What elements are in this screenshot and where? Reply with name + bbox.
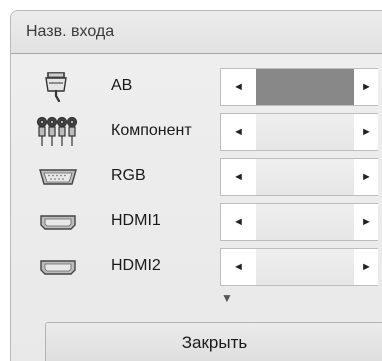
selector-value xyxy=(256,249,354,285)
input-selector-hdmi2[interactable]: ◄ ► xyxy=(220,248,378,286)
arrow-left-icon[interactable]: ◄ xyxy=(221,249,256,285)
arrow-left-icon[interactable]: ◄ xyxy=(221,159,256,195)
hdmi-icon xyxy=(40,260,76,275)
input-row-rgb: RGB ◄ ► xyxy=(11,155,382,200)
vga-icon xyxy=(39,169,77,185)
input-selector-ab[interactable]: ◄ ► xyxy=(220,68,378,106)
input-row-hdmi2: HDMI2 ◄ ► xyxy=(11,245,382,290)
arrow-right-icon[interactable]: ► xyxy=(354,114,379,150)
input-row-hdmi1: HDMI1 ◄ ► xyxy=(11,200,382,245)
input-label-hdmi2: HDMI2 xyxy=(111,257,161,274)
scart-icon xyxy=(45,72,67,103)
hdmi-icon xyxy=(40,215,76,230)
arrow-left-icon[interactable]: ◄ xyxy=(221,69,256,105)
arrow-left-icon[interactable]: ◄ xyxy=(221,204,256,240)
input-label-rgb: RGB xyxy=(111,167,146,184)
input-selector-hdmi1[interactable]: ◄ ► xyxy=(220,203,378,241)
input-selector-rgb[interactable]: ◄ ► xyxy=(220,158,378,196)
close-button[interactable]: Закрыть xyxy=(45,322,382,361)
component-rca-icon xyxy=(36,116,78,146)
selector-value xyxy=(256,204,354,240)
input-selector-component[interactable]: ◄ ► xyxy=(220,113,378,151)
input-row-ab: AB ◄ ► xyxy=(11,65,382,110)
arrow-right-icon[interactable]: ► xyxy=(354,204,379,240)
input-label-dialog: Назв. входа AB ◄ ► Компонент ◄ ► RGB ◄ ►… xyxy=(10,10,382,361)
selector-value xyxy=(256,69,354,105)
arrow-left-icon[interactable]: ◄ xyxy=(221,114,256,150)
input-label-hdmi1: HDMI1 xyxy=(111,212,161,229)
arrow-right-icon[interactable]: ► xyxy=(354,69,379,105)
input-row-component: Компонент ◄ ► xyxy=(11,110,382,155)
arrow-right-icon[interactable]: ► xyxy=(354,159,379,195)
arrow-right-icon[interactable]: ► xyxy=(354,249,379,285)
selector-value xyxy=(256,114,354,150)
input-label-ab: AB xyxy=(111,77,133,94)
scroll-down-icon[interactable]: ▼ xyxy=(221,291,233,305)
input-label-component: Компонент xyxy=(111,122,192,139)
selector-value xyxy=(256,159,354,195)
dialog-title: Назв. входа xyxy=(11,11,382,54)
